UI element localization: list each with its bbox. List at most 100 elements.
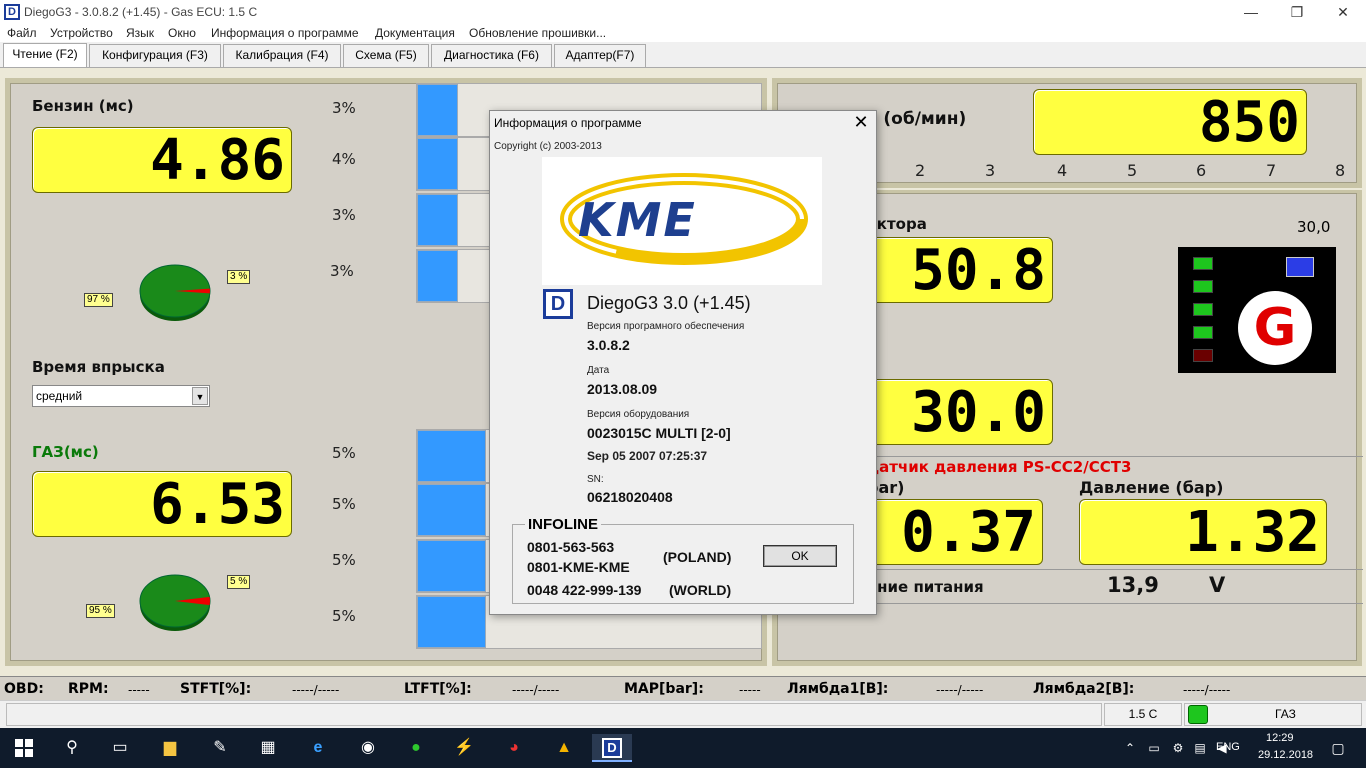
pressure-right-display: 1.32 [1079,499,1327,565]
chrome-icon[interactable]: ◕ [500,734,528,762]
rpm-scale-8: 8 [1335,161,1346,180]
hw-version-label: Версия оборудования [587,409,690,420]
title-bar: D DiegoG3 - 3.0.8.2 (+1.45) - Gas ECU: 1… [0,0,1366,24]
edge-icon[interactable]: e [304,734,332,762]
gas-temp-display: 30.0 [867,379,1053,445]
app-icon: D [4,4,20,20]
divider [863,456,1363,457]
dialog-close-icon[interactable]: ✕ [850,112,872,133]
hw-version-value: 0023015C MULTI [2-0] [587,425,731,441]
window-title: DiegoG3 - 3.0.8.2 (+1.45) - Gas ECU: 1.5… [24,5,258,19]
rpm-scale-3: 3 [985,161,996,180]
obd-lambda2-label: Лямбда2[В]: [1033,681,1135,697]
menu-device[interactable]: Устройство [50,26,113,40]
petrol-bar-1 [417,84,458,136]
gas-pct-1: 5% [332,444,356,462]
search-icon[interactable]: ⚲ [58,734,86,762]
obd-ltft-value: -----/----- [512,683,560,697]
gas-bar-1 [417,430,486,482]
menu-documentation[interactable]: Документация [375,26,455,40]
power-unit: V [1209,573,1226,597]
calculator-icon[interactable]: ▦ [254,734,282,762]
switch-led-3 [1193,303,1213,316]
close-button[interactable]: ✕ [1320,0,1366,24]
menu-firmware-update[interactable]: Обновление прошивки... [469,26,606,40]
petrol-pie-big-label: 97 % [84,293,113,307]
file-explorer-icon[interactable]: ▆ [156,734,184,762]
gas-pct-3: 5% [332,551,356,569]
world-label: (WORLD) [669,582,732,598]
menu-window[interactable]: Окно [168,26,196,40]
petrol-bar-3 [417,194,458,246]
tab-calibration[interactable]: Калибрация (F4) [223,44,341,67]
injection-time-label: Время впрыска [32,358,165,376]
clock-date[interactable]: 29.12.2018 [1258,749,1313,761]
menu-about[interactable]: Информация о программе [211,26,359,40]
sw-version-value: 3.0.8.2 [587,337,630,353]
petrol-display: 4.86 [32,127,292,193]
tab-configuration[interactable]: Конфигурация (F3) [89,44,221,67]
obd-map-value: ----- [739,683,761,697]
paint-icon[interactable]: ✎ [206,734,234,762]
gas-pie-big-label: 95 % [86,604,115,618]
kme-logo: KME [542,157,822,285]
diego-taskbar-icon[interactable]: D [592,734,632,762]
chevron-down-icon[interactable]: ▼ [192,387,208,405]
obd-label: OBD: [4,681,44,697]
tab-reading[interactable]: Чтение (F2) [3,43,87,67]
copyright-text: Copyright (c) 2003-2013 [494,141,602,152]
maximize-button[interactable]: ❐ [1274,0,1320,24]
power-label: ение питания [867,578,984,596]
status-field [6,703,1102,726]
gas-label: ГАЗ(мс) [32,443,99,461]
windows-start-icon[interactable] [10,734,38,762]
obd-rpm-label: RPM: [68,681,109,697]
fuel-mode-field: ГАЗ [1184,703,1362,726]
clock-time[interactable]: 12:29 [1266,732,1294,744]
tab-scheme[interactable]: Схема (F5) [343,44,429,67]
notification-icon[interactable]: ▢ [1324,734,1352,762]
blue-indicator [1286,257,1314,277]
fuel-mode-led [1188,705,1208,724]
ecu-version: 1.5 C [1104,703,1182,726]
petrol-bar-2 [417,138,458,190]
app-icon-round[interactable]: ◉ [354,734,382,762]
gas-pie-chart [139,574,211,631]
language-indicator[interactable]: ENG [1216,741,1240,753]
menu-file[interactable]: Файл [7,26,37,40]
phone-3: 0048 422-999-139 [527,582,642,598]
gas-bar-4 [417,596,486,648]
gas-mode-button[interactable]: G [1238,291,1312,365]
pressure-sensor-label: датчик давления PS-CC2/CCT3 [867,458,1132,476]
ok-button[interactable]: OK [763,545,837,567]
date-label: Дата [587,365,610,376]
obd-stft-label: STFT[%]: [180,681,252,697]
gas-pie-small-label: 5 % [227,575,251,589]
google-drive-icon[interactable]: ▲ [550,734,578,762]
petrol-pie-chart [139,264,211,321]
menu-language[interactable]: Язык [126,26,154,40]
switch-led-5 [1193,349,1213,362]
petrol-pct-2: 4% [332,150,356,168]
divider [863,603,1363,604]
tab-adapter[interactable]: Адаптер(F7) [554,44,646,67]
reducer-temp-display: 50.8 [867,237,1053,303]
rpm-scale-7: 7 [1266,161,1277,180]
phone-2: 0801-KME-KME [527,559,630,575]
app-name: DiegoG3 3.0 (+1.45) [587,293,751,313]
switch-led-4 [1193,326,1213,339]
utorrent-icon[interactable]: ● [402,734,430,762]
reducer-right-value: 30,0 [1297,218,1331,236]
minimize-button[interactable]: — [1228,0,1274,24]
tab-diagnostics[interactable]: Диагностика (F6) [431,44,552,67]
injection-time-select[interactable]: средний ▼ [32,385,210,407]
divider [863,569,1363,570]
injection-time-value: средний [36,389,83,403]
pressure-right-label: Давление (бар) [1079,478,1224,497]
poland-label: (POLAND) [663,549,732,565]
date-value: 2013.08.09 [587,381,658,397]
sn-label: SN: [587,474,604,485]
task-view-icon[interactable]: ▭ [106,734,134,762]
sw-version-label: Версия програмного обеспечения [587,321,745,332]
tools-icon[interactable]: ⚡ [450,734,478,762]
